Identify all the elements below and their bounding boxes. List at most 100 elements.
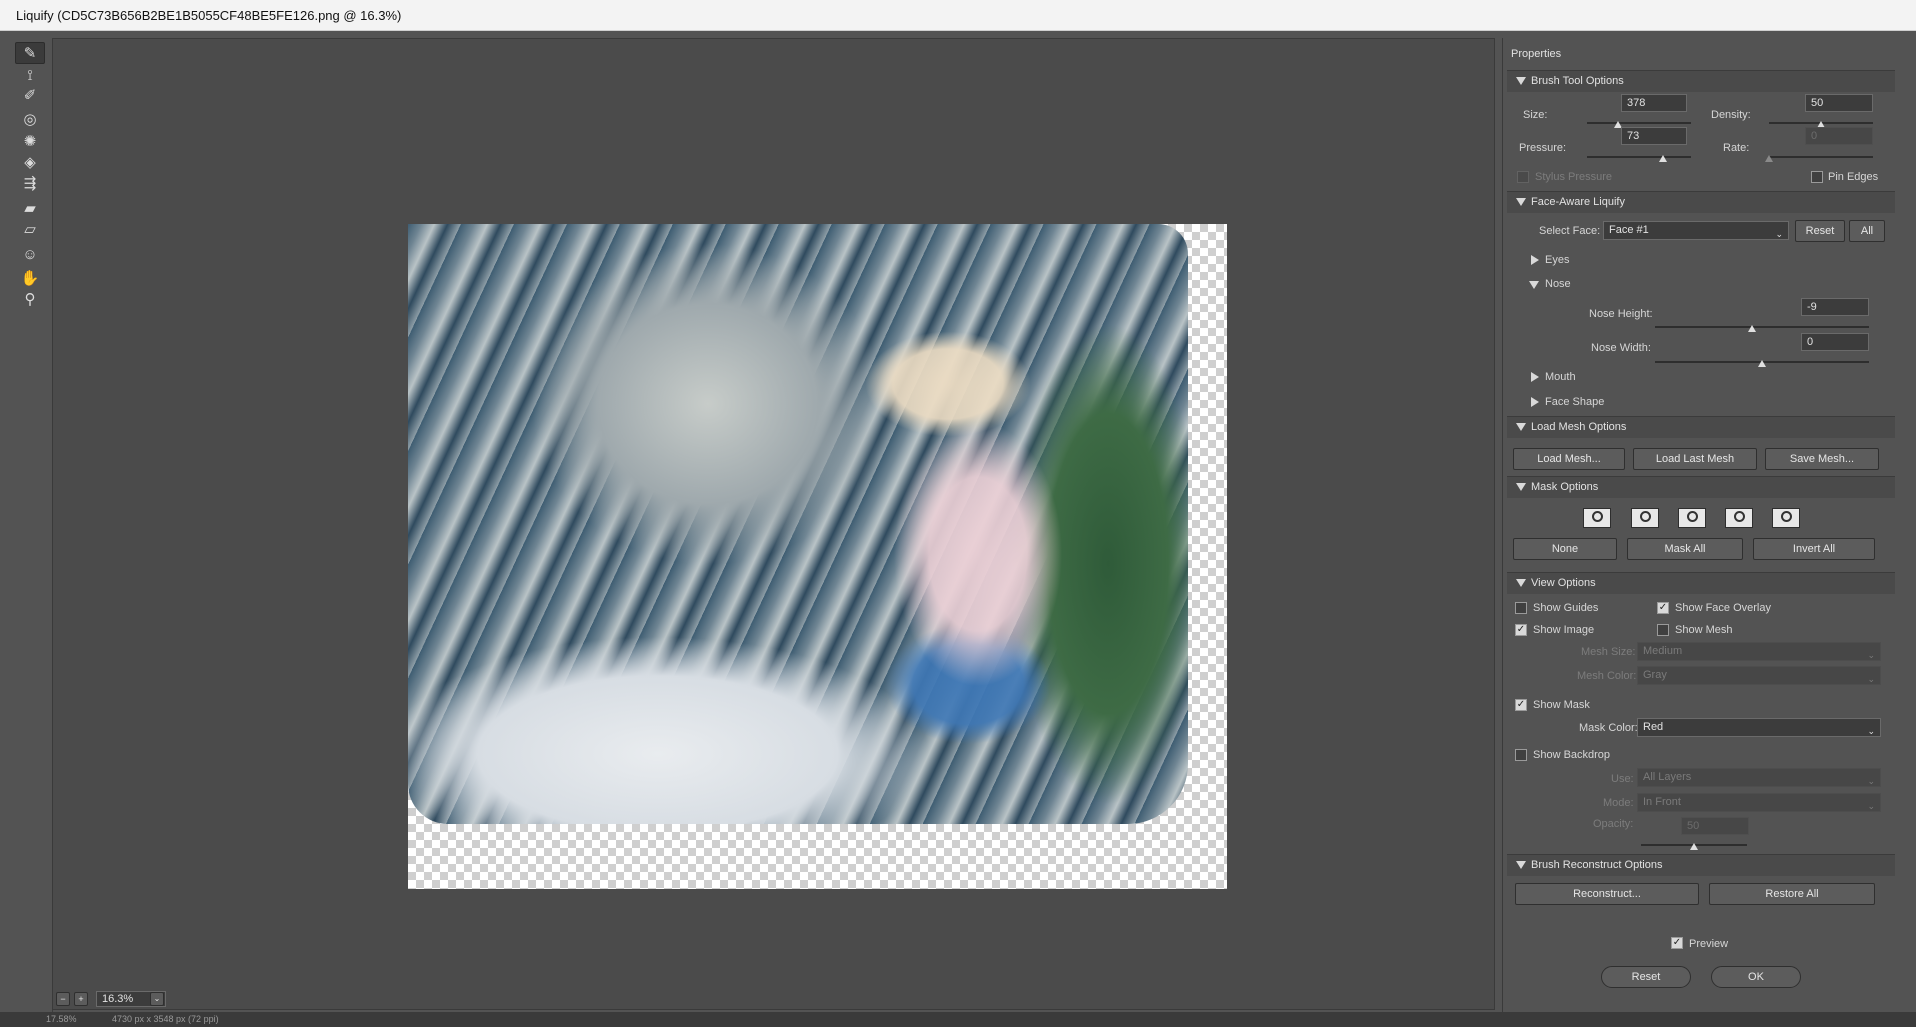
mode-label: Mode: <box>1603 797 1634 809</box>
warped-photo <box>408 224 1188 824</box>
collapse-caret-icon[interactable] <box>1529 281 1539 289</box>
invert-selection-icon[interactable] <box>1772 508 1800 528</box>
mask-color-dropdown[interactable]: Red ⌄ <box>1637 718 1881 737</box>
rate-label: Rate: <box>1723 142 1750 154</box>
show-backdrop-checkbox[interactable] <box>1515 749 1527 761</box>
freeze-mask-tool-icon[interactable]: ▰ <box>15 197 45 219</box>
ok-button[interactable]: OK <box>1711 966 1801 988</box>
zoom-tool-icon[interactable]: ⚲ <box>15 288 45 310</box>
pressure-label: Pressure: <box>1519 142 1567 154</box>
pucker-tool-icon[interactable]: ✺ <box>15 130 45 152</box>
nose-width-slider-thumb[interactable] <box>1758 360 1766 367</box>
face-reset-button[interactable]: Reset <box>1795 220 1845 242</box>
pressure-slider-thumb[interactable] <box>1658 155 1667 162</box>
nose-height-field[interactable]: -9 <box>1801 298 1869 316</box>
liquified-image[interactable] <box>408 224 1227 889</box>
restore-all-button[interactable]: Restore All <box>1709 883 1875 905</box>
chevron-down-icon: ⌄ <box>1867 650 1875 660</box>
mask-color-label: Mask Color: <box>1579 722 1638 734</box>
face-tool-icon[interactable]: ☺ <box>15 243 45 265</box>
add-to-selection-icon[interactable] <box>1631 508 1659 528</box>
pin-edges-checkbox[interactable] <box>1811 171 1823 183</box>
twirl-tool-icon[interactable]: ◎ <box>15 108 45 130</box>
mode-dropdown[interactable]: In Front ⌄ <box>1637 793 1881 812</box>
intersect-with-selection-icon[interactable] <box>1725 508 1753 528</box>
nose-section[interactable]: Nose <box>1545 278 1571 290</box>
show-mask-checkbox[interactable]: ✓ <box>1515 699 1527 711</box>
show-image-checkbox[interactable]: ✓ <box>1515 624 1527 636</box>
section-label: Brush Tool Options <box>1531 75 1624 87</box>
thaw-mask-tool-icon[interactable]: ▱ <box>15 218 45 240</box>
pressure-field[interactable]: 73 <box>1621 127 1687 145</box>
bloat-tool-icon[interactable]: ◈ <box>15 151 45 173</box>
mask-all-button[interactable]: Mask All <box>1627 538 1743 560</box>
nose-height-slider-thumb[interactable] <box>1748 325 1757 332</box>
section-label: Mask Options <box>1531 481 1599 493</box>
preview-checkbox[interactable]: ✓ <box>1671 937 1683 949</box>
show-mask-label: Show Mask <box>1533 699 1590 711</box>
show-face-overlay-checkbox[interactable]: ✓ <box>1657 602 1669 614</box>
face-shape-section[interactable]: Face Shape <box>1545 396 1604 408</box>
zoom-out-button[interactable]: − <box>56 992 70 1006</box>
rate-slider-thumb[interactable] <box>1765 155 1773 162</box>
view-options-header[interactable]: View Options <box>1507 572 1895 594</box>
reconstruct-button[interactable]: Reconstruct... <box>1515 883 1699 905</box>
select-face-value: Face #1 <box>1609 224 1649 236</box>
save-mesh-button[interactable]: Save Mesh... <box>1765 448 1879 470</box>
face-aware-liquify-header[interactable]: Face-Aware Liquify <box>1507 191 1895 213</box>
load-mesh-options-header[interactable]: Load Mesh Options <box>1507 416 1895 438</box>
chevron-down-icon: ⌄ <box>1867 726 1875 736</box>
brush-reconstruct-options-header[interactable]: Brush Reconstruct Options <box>1507 854 1895 876</box>
use-dropdown[interactable]: All Layers ⌄ <box>1637 768 1881 787</box>
nose-height-slider[interactable] <box>1655 326 1869 328</box>
load-last-mesh-button[interactable]: Load Last Mesh <box>1633 448 1757 470</box>
mouth-section[interactable]: Mouth <box>1545 371 1576 383</box>
size-field[interactable]: 378 <box>1621 94 1687 112</box>
mask-color-value: Red <box>1643 721 1664 733</box>
zoom-in-button[interactable]: + <box>74 992 88 1006</box>
status-zoom: 17.58% <box>46 1014 77 1024</box>
subtract-from-selection-icon[interactable] <box>1678 508 1706 528</box>
select-face-dropdown[interactable]: Face #1 ⌄ <box>1603 221 1789 240</box>
expand-caret-icon[interactable] <box>1531 397 1539 407</box>
reset-button[interactable]: Reset <box>1601 966 1691 988</box>
show-mesh-checkbox[interactable] <box>1657 624 1669 636</box>
face-all-button[interactable]: All <box>1849 220 1885 242</box>
chevron-down-icon: ⌄ <box>1867 801 1875 811</box>
mesh-size-value: Medium <box>1643 645 1683 657</box>
push-left-tool-icon[interactable]: ⇶ <box>15 172 45 194</box>
rate-slider[interactable] <box>1769 156 1873 158</box>
expand-caret-icon[interactable] <box>1531 255 1539 265</box>
size-slider[interactable] <box>1587 122 1691 124</box>
mask-none-button[interactable]: None <box>1513 538 1617 560</box>
show-guides-checkbox[interactable] <box>1515 602 1527 614</box>
nose-width-field[interactable]: 0 <box>1801 333 1869 351</box>
zoom-dropdown-button[interactable]: ⌄ <box>150 992 164 1006</box>
smooth-tool-icon[interactable]: ✐ <box>15 84 45 106</box>
replace-selection-icon[interactable] <box>1583 508 1611 528</box>
brush-tool-options-header[interactable]: Brush Tool Options <box>1507 70 1895 92</box>
reconstruct-tool-icon[interactable]: ⟟ <box>15 64 45 86</box>
invert-all-button[interactable]: Invert All <box>1753 538 1875 560</box>
mesh-size-dropdown[interactable]: Medium ⌄ <box>1637 642 1881 661</box>
load-mesh-button[interactable]: Load Mesh... <box>1513 448 1625 470</box>
pressure-slider[interactable] <box>1587 156 1691 158</box>
stylus-pressure-checkbox[interactable] <box>1517 171 1529 183</box>
show-mesh-label: Show Mesh <box>1675 624 1733 636</box>
mask-options-header[interactable]: Mask Options <box>1507 476 1895 498</box>
show-image-label: Show Image <box>1533 624 1595 636</box>
density-field[interactable]: 50 <box>1805 94 1873 112</box>
eyes-section[interactable]: Eyes <box>1545 254 1569 266</box>
canvas-area[interactable] <box>52 38 1495 1010</box>
chevron-down-icon: ⌄ <box>1775 229 1783 239</box>
opacity-field[interactable]: 50 <box>1681 817 1749 835</box>
expand-caret-icon[interactable] <box>1531 372 1539 382</box>
opacity-slider-thumb[interactable] <box>1690 843 1698 850</box>
collapse-caret-icon <box>1516 423 1526 431</box>
mesh-color-dropdown[interactable]: Gray ⌄ <box>1637 666 1881 685</box>
rate-field[interactable]: 0 <box>1805 127 1873 145</box>
hand-tool-icon[interactable]: ✋ <box>15 267 45 289</box>
show-backdrop-label: Show Backdrop <box>1533 749 1611 761</box>
nose-width-label: Nose Width: <box>1591 342 1651 354</box>
forward-warp-tool-icon[interactable]: ✎ <box>15 42 45 64</box>
